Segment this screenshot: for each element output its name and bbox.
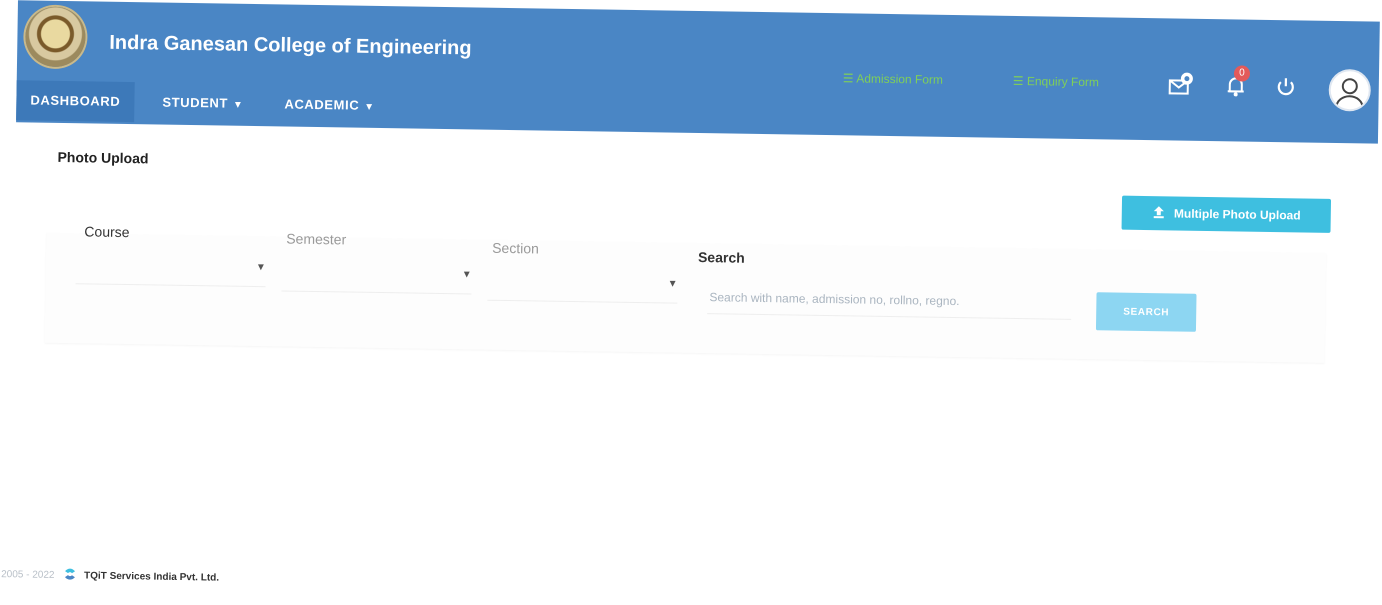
nav-academic[interactable]: ACADEMIC ▼ bbox=[270, 84, 389, 126]
page-root: Indra Ganesan College of Engineering DAS… bbox=[0, 0, 1382, 605]
power-icon[interactable] bbox=[1272, 72, 1300, 100]
course-select[interactable]: ▼ bbox=[76, 253, 266, 287]
college-name: Indra Ganesan College of Engineering bbox=[109, 32, 472, 61]
footer-company: TQiT Services India Pvt. Ltd. bbox=[84, 571, 219, 584]
multiple-photo-upload-label: Multiple Photo Upload bbox=[1174, 206, 1301, 222]
section-label: Section bbox=[492, 240, 539, 257]
main-nav: DASHBOARD STUDENT▼ ACADEMIC▼ bbox=[16, 80, 17, 120]
search-input[interactable] bbox=[707, 281, 1071, 320]
enquiry-form-link[interactable]: ☰ Enquiry Form bbox=[1013, 74, 1099, 89]
admission-form-label: Admission Form bbox=[856, 71, 943, 86]
chevron-down-icon: ▼ bbox=[233, 86, 244, 126]
top-header: Indra Ganesan College of Engineering DAS… bbox=[16, 0, 1380, 143]
enquiry-form-label: Enquiry Form bbox=[1027, 74, 1099, 89]
admission-form-link[interactable]: ☰ Admission Form bbox=[843, 71, 943, 87]
bell-icon[interactable]: 0 bbox=[1222, 71, 1250, 99]
nav-student[interactable]: STUDENT ▼ bbox=[148, 82, 258, 124]
upload-icon bbox=[1152, 205, 1166, 222]
dropdown-arrow-icon: ▼ bbox=[668, 279, 678, 290]
list-icon: ☰ bbox=[1013, 74, 1027, 88]
multiple-photo-upload-button[interactable]: Multiple Photo Upload bbox=[1122, 196, 1332, 233]
section-select[interactable]: ▼ bbox=[487, 270, 677, 304]
nav-dashboard[interactable]: DASHBOARD bbox=[16, 80, 135, 122]
search-label: Search bbox=[698, 249, 745, 266]
chevron-down-icon: ▼ bbox=[364, 88, 375, 128]
company-logo-icon bbox=[63, 567, 77, 584]
user-avatar[interactable] bbox=[1328, 69, 1371, 112]
course-label: Course bbox=[84, 223, 129, 240]
dropdown-arrow-icon: ▼ bbox=[256, 262, 266, 273]
semester-select[interactable]: ▼ bbox=[281, 260, 471, 294]
nav-academic-label: ACADEMIC bbox=[284, 96, 359, 112]
semester-label: Semester bbox=[286, 231, 346, 248]
college-logo bbox=[25, 6, 86, 67]
search-button[interactable]: SEARCH bbox=[1096, 292, 1197, 332]
page-title: Photo Upload bbox=[57, 149, 148, 166]
nav-student-label: STUDENT bbox=[162, 95, 228, 111]
footer-copyright: © 2005 - 2022 bbox=[0, 569, 55, 581]
footer: © 2005 - 2022 TQiT Services India Pvt. L… bbox=[0, 566, 219, 587]
list-icon: ☰ bbox=[843, 71, 857, 85]
dropdown-arrow-icon: ▼ bbox=[462, 269, 472, 280]
nav-dashboard-label: DASHBOARD bbox=[30, 92, 120, 108]
mail-settings-icon[interactable] bbox=[1167, 70, 1195, 98]
